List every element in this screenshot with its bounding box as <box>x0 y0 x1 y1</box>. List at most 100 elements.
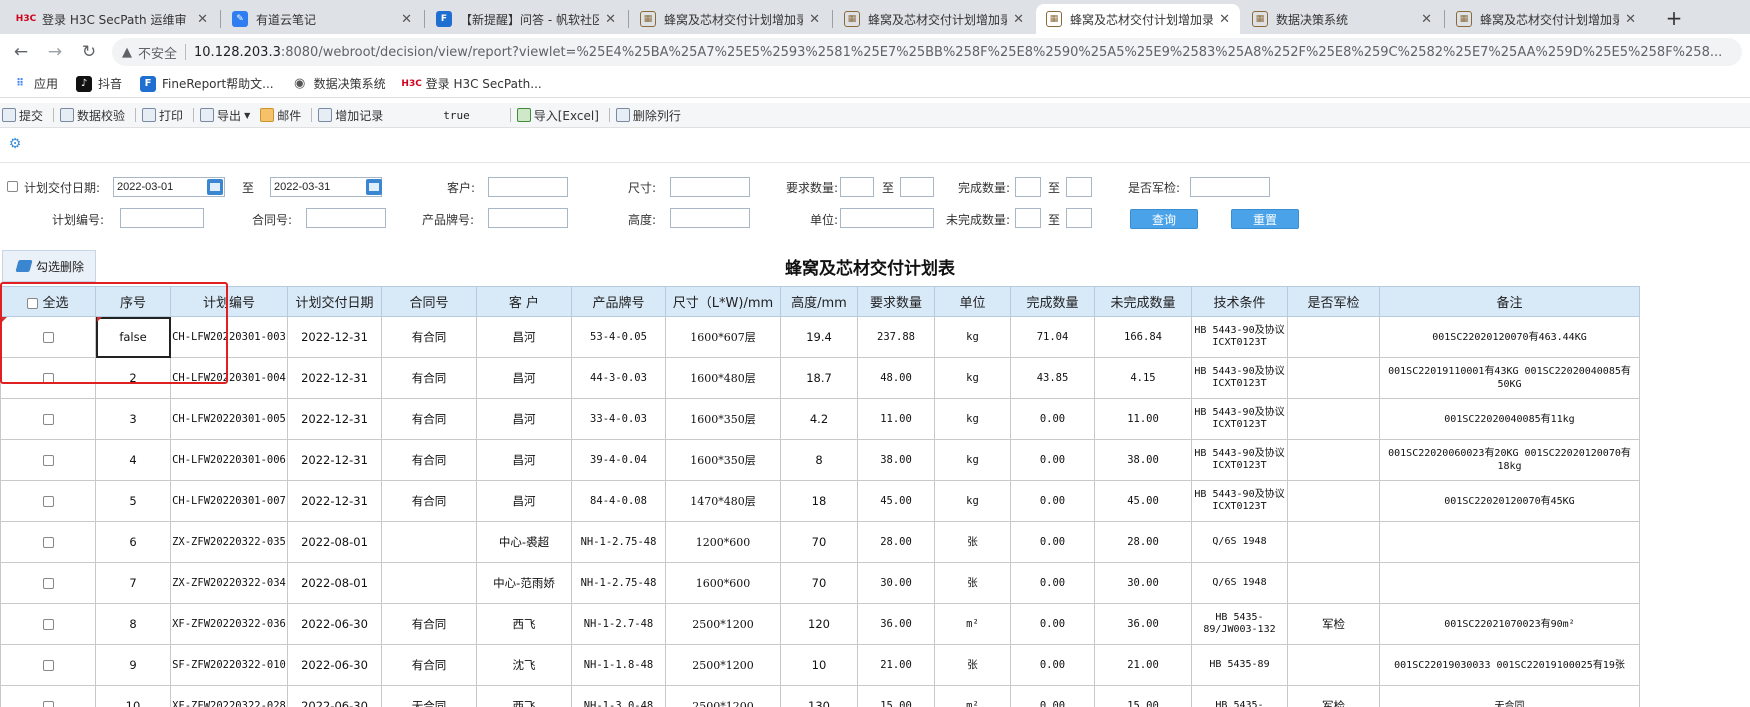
cell-product[interactable]: NH-1-3.0-48 <box>571 685 666 707</box>
cell-plan-no[interactable]: XF-ZFW20220322-036 <box>170 603 288 645</box>
cell-note[interactable]: 001SC22019110001有43KG 001SC22020040085有5… <box>1379 357 1640 399</box>
parameter-toggle-icon[interactable]: ⚙ <box>5 134 25 154</box>
cell-req-qty[interactable]: 38.00 <box>857 439 935 481</box>
cell-product[interactable]: NH-1-2.75-48 <box>571 562 666 604</box>
cell-note[interactable]: 001SC22020120070有45KG <box>1379 480 1640 522</box>
cell-height[interactable]: 4.2 <box>780 398 858 440</box>
cell-tech[interactable]: HB 5443-90及协议ICXT0123T <box>1191 439 1288 481</box>
close-icon[interactable]: ✕ <box>1013 12 1024 27</box>
cell-tech[interactable]: HB 5443-90及协议ICXT0123T <box>1191 398 1288 440</box>
cell-size[interactable]: 1470*480层 <box>665 480 781 522</box>
cell-undone-qty[interactable]: 21.00 <box>1094 644 1192 686</box>
row-checkbox[interactable] <box>42 537 54 548</box>
cell-plan-no[interactable]: CH-LFW20220301-003 <box>170 316 288 358</box>
cell-height[interactable]: 8 <box>780 439 858 481</box>
row-checkbox[interactable] <box>42 496 54 507</box>
cell-undone-qty[interactable]: 38.00 <box>1094 439 1192 481</box>
cell-done-qty[interactable]: 0.00 <box>1010 480 1095 522</box>
cell-product[interactable]: 39-4-0.04 <box>571 439 666 481</box>
cell-note[interactable] <box>1379 521 1640 563</box>
new-tab-button[interactable]: + <box>1660 4 1688 32</box>
forward-icon[interactable]: → <box>42 39 68 65</box>
cell-customer[interactable]: 昌河 <box>476 398 572 440</box>
unit-input[interactable] <box>840 208 934 228</box>
select-all-checkbox[interactable] <box>27 298 39 309</box>
cell-plan-date[interactable]: 2022-12-31 <box>287 357 382 399</box>
cell-height[interactable]: 70 <box>780 521 858 563</box>
cell-customer[interactable]: 昌河 <box>476 357 572 399</box>
cell-select[interactable] <box>0 685 96 707</box>
cell-seq[interactable]: 6 <box>95 521 171 563</box>
cell-note[interactable]: 001SC22020040085有11kg <box>1379 398 1640 440</box>
cell-plan-no[interactable]: XF-ZFW20220322-028 <box>170 685 288 707</box>
cell-seq[interactable]: 9 <box>95 644 171 686</box>
address-bar[interactable]: ▲ 不安全 10.128.203.3:8080/webroot/decision… <box>112 38 1742 66</box>
cell-tech[interactable]: Q/6S 1948 <box>1191 521 1288 563</box>
cell-done-qty[interactable]: 0.00 <box>1010 644 1095 686</box>
cell-military[interactable]: 军检 <box>1287 603 1380 645</box>
cell-seq[interactable]: 3 <box>95 398 171 440</box>
cell-plan-no[interactable]: CH-LFW20220301-004 <box>170 357 288 399</box>
cell-seq[interactable]: 7 <box>95 562 171 604</box>
cell-plan-no[interactable]: SF-ZFW20220322-010 <box>170 644 288 686</box>
cell-height[interactable]: 18.7 <box>780 357 858 399</box>
cell-seq[interactable]: 4 <box>95 439 171 481</box>
tab-report-2[interactable]: ▦ 蜂窝及芯材交付计划增加录 ✕ <box>834 4 1034 34</box>
cell-military[interactable] <box>1287 480 1380 522</box>
cell-done-qty[interactable]: 0.00 <box>1010 562 1095 604</box>
cell-product[interactable]: 53-4-0.05 <box>571 316 666 358</box>
cell-plan-date[interactable]: 2022-06-30 <box>287 603 382 645</box>
cell-contract[interactable]: 有合同 <box>381 439 477 481</box>
cell-req-qty[interactable]: 11.00 <box>857 398 935 440</box>
cell-unit[interactable]: kg <box>934 316 1011 358</box>
select-all-header[interactable]: 全选 <box>0 286 96 317</box>
cell-select[interactable] <box>0 480 96 522</box>
req-qty-from-input[interactable] <box>840 177 874 197</box>
cell-customer[interactable]: 沈飞 <box>476 644 572 686</box>
validate-button[interactable]: 数据校验 <box>60 107 125 124</box>
cell-product[interactable]: 84-4-0.08 <box>571 480 666 522</box>
cell-seq[interactable]: 2 <box>95 357 171 399</box>
cell-unit[interactable]: kg <box>934 439 1011 481</box>
cell-product[interactable]: NH-1-1.8-48 <box>571 644 666 686</box>
cell-select[interactable] <box>0 562 96 604</box>
reset-button[interactable]: 重置 <box>1231 209 1299 229</box>
back-icon[interactable]: ← <box>8 39 34 65</box>
close-icon[interactable]: ✕ <box>809 12 820 27</box>
cell-tech[interactable]: HB 5435-89/JW003-132 <box>1191 603 1288 645</box>
cell-military[interactable] <box>1287 439 1380 481</box>
row-checkbox[interactable] <box>42 373 54 384</box>
close-icon[interactable]: ✕ <box>1625 12 1636 27</box>
cell-select[interactable] <box>0 398 96 440</box>
cell-seq[interactable]: 8 <box>95 603 171 645</box>
product-input[interactable] <box>488 208 568 228</box>
contract-input[interactable] <box>306 208 386 228</box>
cell-military[interactable] <box>1287 398 1380 440</box>
cell-size[interactable]: 1200*600 <box>665 521 781 563</box>
cell-product[interactable]: NH-1-2.75-48 <box>571 521 666 563</box>
row-checkbox[interactable] <box>42 414 54 425</box>
plan-date-checkbox[interactable] <box>7 181 18 192</box>
cell-tech[interactable]: HB 5443-90及协议ICXT0123T <box>1191 357 1288 399</box>
cell-done-qty[interactable]: 0.00 <box>1010 685 1095 707</box>
cell-size[interactable]: 1600*350层 <box>665 439 781 481</box>
tab-report-1[interactable]: ▦ 蜂窝及芯材交付计划增加录 ✕ <box>630 4 830 34</box>
cell-req-qty[interactable]: 28.00 <box>857 521 935 563</box>
cell-note[interactable]: 001SC22020120070有463.44KG <box>1379 316 1640 358</box>
cell-done-qty[interactable]: 0.00 <box>1010 521 1095 563</box>
bookmark-decision[interactable]: ◉ 数据决策系统 <box>292 75 386 92</box>
customer-input[interactable] <box>488 177 568 197</box>
cell-size[interactable]: 1600*600 <box>665 562 781 604</box>
cell-contract[interactable]: 有合同 <box>381 603 477 645</box>
cell-note[interactable] <box>1379 562 1640 604</box>
cell-req-qty[interactable]: 237.88 <box>857 316 935 358</box>
cell-plan-date[interactable]: 2022-08-01 <box>287 521 382 563</box>
cell-product[interactable]: 44-3-0.03 <box>571 357 666 399</box>
cell-unit[interactable]: kg <box>934 398 1011 440</box>
cell-undone-qty[interactable]: 45.00 <box>1094 480 1192 522</box>
cell-height[interactable]: 70 <box>780 562 858 604</box>
cell-military[interactable] <box>1287 521 1380 563</box>
delete-row-button[interactable]: 删除列行 <box>615 107 681 124</box>
cell-undone-qty[interactable]: 28.00 <box>1094 521 1192 563</box>
mail-button[interactable]: 邮件 <box>260 107 301 124</box>
